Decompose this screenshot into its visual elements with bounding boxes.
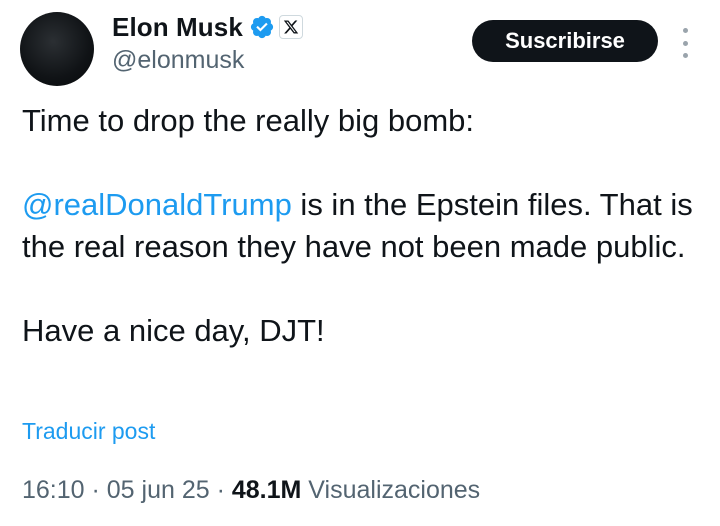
post-line-1: Time to drop the really big bomb:	[22, 103, 475, 138]
post-meta: 16:10 · 05 jun 25 · 48.1M Visualizacione…	[22, 476, 480, 505]
avatar[interactable]	[20, 12, 94, 86]
mention-link[interactable]: @realDonaldTrump	[22, 187, 292, 222]
more-vertical-icon[interactable]	[678, 28, 692, 58]
post-text: Time to drop the really big bomb: @realD…	[22, 100, 712, 352]
meta-separator: ·	[209, 476, 232, 504]
tweet-card: Elon Musk @elonmusk Suscribirse Time to …	[0, 0, 720, 526]
author-display-name[interactable]: Elon Musk	[112, 12, 243, 43]
translate-link[interactable]: Traducir post	[22, 418, 155, 445]
more-dot	[682, 53, 688, 58]
post-date[interactable]: 05 jun 25	[107, 476, 210, 504]
post-time[interactable]: 16:10	[22, 476, 85, 504]
more-dot	[682, 40, 688, 46]
author-name-row: Elon Musk	[112, 10, 303, 44]
author-handle[interactable]: @elonmusk	[112, 46, 244, 75]
subscribe-button[interactable]: Suscribirse	[472, 20, 658, 62]
views-label: Visualizaciones	[301, 476, 481, 504]
more-dot	[682, 28, 688, 33]
x-logo-icon[interactable]	[278, 15, 303, 39]
views-count[interactable]: 48.1M	[232, 476, 301, 504]
post-line-3: Have a nice day, DJT!	[22, 313, 325, 348]
verified-badge-icon[interactable]	[249, 14, 275, 40]
meta-separator: ·	[84, 476, 107, 504]
post-line-2: @realDonaldTrump is in the Epstein files…	[22, 184, 712, 268]
